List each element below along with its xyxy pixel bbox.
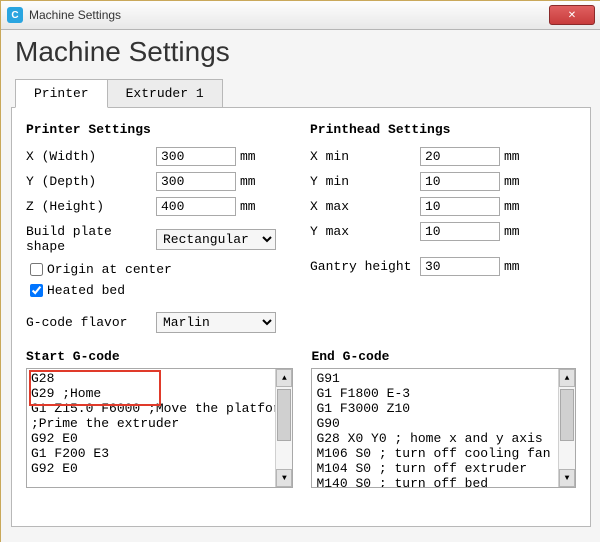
xmin-label: X min <box>310 149 420 164</box>
scroll-thumb[interactable] <box>277 389 291 441</box>
end-gcode-box[interactable]: G91 G1 F1800 E-3 G1 F3000 Z10 G90 G28 X0… <box>311 368 576 488</box>
gantry-input[interactable] <box>420 257 500 276</box>
x-width-unit: mm <box>236 149 270 164</box>
scroll-up-icon[interactable]: ▲ <box>559 369 575 387</box>
ymin-unit: mm <box>500 174 534 189</box>
window-title: Machine Settings <box>29 8 549 22</box>
origin-label: Origin at center <box>47 262 172 277</box>
start-gcode-text[interactable]: G28 G29 ;Home G1 Z15.0 F6000 ;Move the p… <box>27 369 292 478</box>
y-depth-unit: mm <box>236 174 270 189</box>
gantry-label: Gantry height <box>310 259 420 274</box>
scroll-up-icon[interactable]: ▲ <box>276 369 292 387</box>
y-depth-label: Y (Depth) <box>26 174 156 189</box>
window-body: Machine Settings Printer Extruder 1 Prin… <box>1 30 600 542</box>
app-icon: C <box>7 7 23 23</box>
ymax-label: Y max <box>310 224 420 239</box>
heated-checkbox[interactable] <box>30 284 43 297</box>
plate-shape-label: Build plate shape <box>26 224 156 254</box>
start-gcode-heading: Start G-code <box>26 349 293 364</box>
tabs: Printer Extruder 1 <box>15 78 591 107</box>
tab-printer[interactable]: Printer <box>15 79 108 108</box>
scroll-down-icon[interactable]: ▼ <box>276 469 292 487</box>
x-width-input[interactable] <box>156 147 236 166</box>
xmax-input[interactable] <box>420 197 500 216</box>
gcode-flavor-select[interactable]: Marlin <box>156 312 276 333</box>
z-height-unit: mm <box>236 199 270 214</box>
printhead-settings-col: Printhead Settings X min mm Y min mm X m… <box>310 118 576 339</box>
xmax-unit: mm <box>500 199 534 214</box>
z-height-input[interactable] <box>156 197 236 216</box>
close-button[interactable]: ✕ <box>549 5 595 25</box>
printer-settings-heading: Printer Settings <box>26 122 292 137</box>
start-gcode-scrollbar[interactable]: ▲ ▼ <box>275 369 292 487</box>
end-gcode-text[interactable]: G91 G1 F1800 E-3 G1 F3000 Z10 G90 G28 X0… <box>312 369 575 488</box>
ymax-unit: mm <box>500 224 534 239</box>
start-gcode-box[interactable]: G28 G29 ;Home G1 Z15.0 F6000 ;Move the p… <box>26 368 293 488</box>
scroll-down-icon[interactable]: ▼ <box>559 469 575 487</box>
end-gcode-scrollbar[interactable]: ▲ ▼ <box>558 369 575 487</box>
xmax-label: X max <box>310 199 420 214</box>
tab-panel: Printer Settings X (Width) mm Y (Depth) … <box>11 107 591 527</box>
x-width-label: X (Width) <box>26 149 156 164</box>
scroll-thumb[interactable] <box>560 389 574 441</box>
ymin-label: Y min <box>310 174 420 189</box>
heated-label: Heated bed <box>47 283 125 298</box>
titlebar: C Machine Settings ✕ <box>1 1 600 30</box>
xmin-unit: mm <box>500 149 534 164</box>
y-depth-input[interactable] <box>156 172 236 191</box>
tab-extruder-1[interactable]: Extruder 1 <box>107 79 223 108</box>
close-icon: ✕ <box>568 10 576 21</box>
gcode-flavor-label: G-code flavor <box>26 315 156 330</box>
origin-checkbox[interactable] <box>30 263 43 276</box>
end-gcode-heading: End G-code <box>311 349 576 364</box>
printer-settings-col: Printer Settings X (Width) mm Y (Depth) … <box>26 118 292 339</box>
plate-shape-select[interactable]: Rectangular <box>156 229 276 250</box>
ymin-input[interactable] <box>420 172 500 191</box>
page-title: Machine Settings <box>15 36 591 68</box>
gantry-unit: mm <box>500 259 534 274</box>
ymax-input[interactable] <box>420 222 500 241</box>
z-height-label: Z (Height) <box>26 199 156 214</box>
xmin-input[interactable] <box>420 147 500 166</box>
printhead-settings-heading: Printhead Settings <box>310 122 576 137</box>
